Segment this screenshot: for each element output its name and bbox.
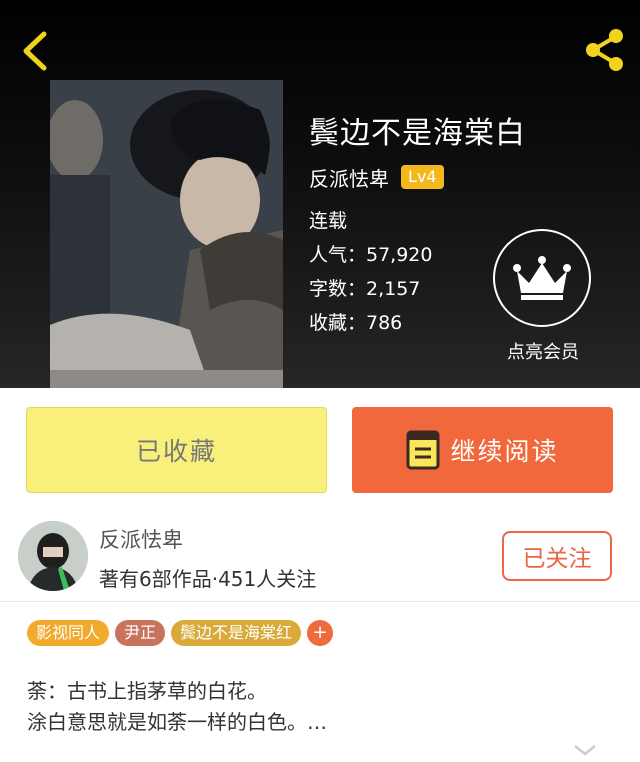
- tag-item[interactable]: 影视同人: [27, 620, 110, 646]
- author-card-name[interactable]: 反派怯卑: [99, 524, 183, 554]
- followed-button[interactable]: 已关注: [502, 531, 612, 581]
- author-name[interactable]: 反派怯卑: [309, 163, 389, 192]
- share-icon: [586, 29, 623, 71]
- continue-reading-label: 继续阅读: [450, 437, 559, 466]
- expand-description-button[interactable]: [573, 742, 597, 756]
- word-count-stat: 字数：2,157: [309, 278, 421, 300]
- book-cover[interactable]: [50, 80, 283, 388]
- serial-status: 连载: [309, 210, 348, 232]
- tag-item[interactable]: 鬓边不是海棠红: [171, 620, 302, 646]
- popularity-stat: 人气：57,920: [309, 244, 433, 266]
- avatar[interactable]: [18, 521, 88, 591]
- tag-item[interactable]: 尹正: [115, 620, 166, 646]
- author-works-info: 著有6部作品·451人关注: [99, 567, 317, 591]
- chevron-left-icon: [23, 31, 47, 71]
- chevron-down-icon: [574, 745, 596, 756]
- add-tag-button[interactable]: +: [307, 620, 334, 646]
- back-button[interactable]: [14, 26, 58, 76]
- divider: [0, 601, 640, 602]
- vip-label[interactable]: 点亮会员: [480, 338, 606, 364]
- favorited-button[interactable]: 已收藏: [26, 407, 327, 493]
- book-header: 鬓边不是海棠白 反派怯卑 Lv4 连载 人气：57,920 字数：2,157 收…: [0, 0, 640, 388]
- description-line: 涂白意思就是如荼一样的白色。…: [27, 710, 327, 734]
- level-badge: Lv4: [401, 165, 444, 189]
- vip-button[interactable]: [493, 229, 591, 327]
- favorites-stat: 收藏：786: [309, 312, 403, 334]
- author-avatar-image: [18, 521, 88, 591]
- book-title: 鬓边不是海棠白: [309, 116, 526, 151]
- book-description[interactable]: 荼：古书上指茅草的白花。 涂白意思就是如荼一样的白色。…: [27, 676, 327, 738]
- continue-reading-button[interactable]: 继续阅读: [352, 407, 613, 493]
- tag-list: 影视同人 尹正 鬓边不是海棠红 +: [27, 620, 334, 646]
- author-row: 反派怯卑 Lv4: [309, 162, 444, 192]
- cover-photo: [50, 80, 283, 388]
- description-line: 荼：古书上指茅草的白花。: [27, 679, 267, 703]
- crown-icon: [513, 256, 571, 300]
- share-button[interactable]: [578, 24, 630, 76]
- book-icon: [406, 430, 440, 470]
